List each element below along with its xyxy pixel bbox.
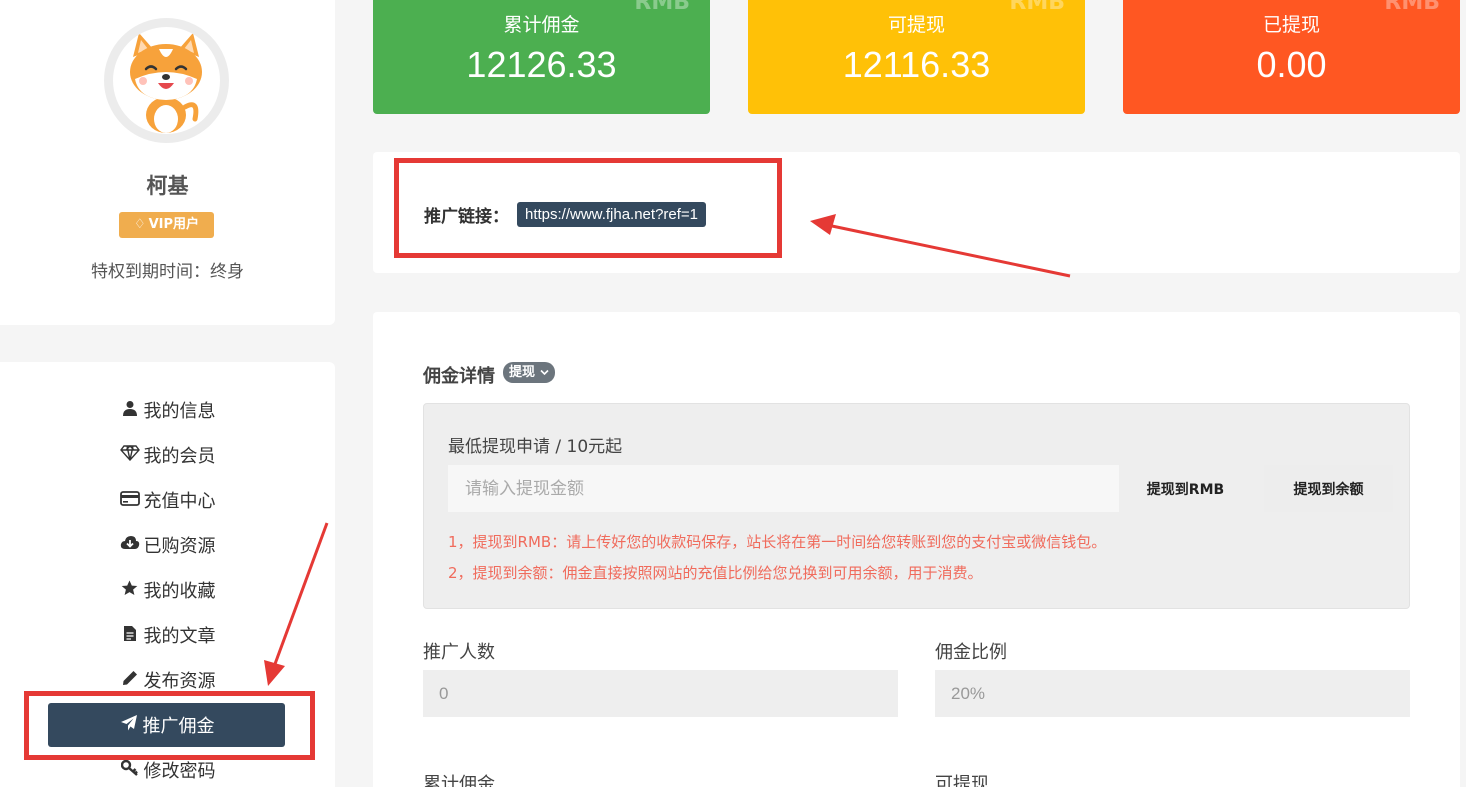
vip-badge-label: VIP用户 xyxy=(148,217,200,232)
referrals-label: 推广人数 xyxy=(423,642,495,663)
commission-rate-label: 佣金比例 xyxy=(935,642,1007,663)
withdraw-to-rmb-button[interactable]: 提现到RMB xyxy=(1121,465,1250,512)
star-icon xyxy=(120,580,140,600)
paper-plane-icon xyxy=(119,714,139,736)
stat-value: 12116.33 xyxy=(842,44,991,85)
withdraw-panel: 最低提现申请 / 10元起 提现到RMB 提现到余额 1，提现到RMB：请上传好… xyxy=(423,403,1410,609)
withdraw-dropdown-label: 提现 xyxy=(509,365,536,380)
menu-item-favorites[interactable]: 我的收藏 xyxy=(0,568,335,612)
menu-item-recharge[interactable]: 充值中心 xyxy=(0,478,335,522)
username: 柯基 xyxy=(146,174,189,198)
pencil-icon xyxy=(120,670,140,690)
withdraw-note-rmb: 1，提现到RMB：请上传好您的收款码保存，站长将在第一时间给您转账到您的支付宝或… xyxy=(448,533,1107,551)
commission-card: 佣金详情 提现 最低提现申请 / 10元起 提现到RMB 提现到余额 1，提现到… xyxy=(373,312,1460,787)
menu-item-label: 我的信息 xyxy=(143,401,216,422)
available-label: 可提现 xyxy=(935,774,989,787)
withdraw-minimum-text: 最低提现申请 / 10元起 xyxy=(448,437,623,457)
diamond-icon: ♢ xyxy=(133,217,146,232)
document-icon xyxy=(120,625,140,646)
withdraw-to-balance-button[interactable]: 提现到余额 xyxy=(1264,465,1393,512)
stat-total-commission: RMB 累计佣金 12126.33 xyxy=(373,0,710,114)
stat-value: 12126.33 xyxy=(466,44,617,85)
avatar[interactable] xyxy=(104,18,229,143)
menu-item-commission[interactable]: 推广佣金 xyxy=(48,703,285,747)
promo-link-url[interactable]: https://www.fjha.net?ref=1 xyxy=(517,202,707,227)
total-commission-label: 累计佣金 xyxy=(423,774,495,787)
referrals-value: 0 xyxy=(423,670,898,717)
profile-card: 柯基 ♢ VIP用户 特权到期时间：终身 xyxy=(0,0,335,325)
chevron-down-icon xyxy=(539,365,549,380)
vip-badge: ♢ VIP用户 xyxy=(119,212,214,238)
withdraw-amount-input[interactable] xyxy=(448,465,1119,512)
stat-label: 可提现 xyxy=(887,14,945,36)
menu-item-label: 已购资源 xyxy=(143,536,216,557)
corgi-avatar-icon xyxy=(130,33,202,133)
menu-item-label: 修改密码 xyxy=(143,761,216,782)
stat-withdrawable: RMB 可提现 12116.33 xyxy=(748,0,1085,114)
menu-item-purchased[interactable]: 已购资源 xyxy=(0,523,335,567)
menu-item-publish[interactable]: 发布资源 xyxy=(0,658,335,702)
menu-item-articles[interactable]: 我的文章 xyxy=(0,613,335,657)
menu-item-label: 推广佣金 xyxy=(142,716,215,737)
menu-item-label: 发布资源 xyxy=(143,671,216,692)
credit-card-icon xyxy=(119,490,140,510)
promo-link-label: 推广链接： xyxy=(424,207,509,227)
vip-expire-text: 特权到期时间：终身 xyxy=(91,262,244,282)
menu-item-membership[interactable]: 我的会员 xyxy=(0,433,335,477)
commission-rate-value: 20% xyxy=(935,670,1410,717)
menu-item-change-password[interactable]: 修改密码 xyxy=(0,748,335,787)
stat-value: 0.00 xyxy=(1256,44,1327,85)
stat-withdrawn: RMB 已提现 0.00 xyxy=(1123,0,1460,114)
withdraw-note-balance: 2，提现到余额：佣金直接按照网站的充值比例给您兑换到可用余额，用于消费。 xyxy=(448,564,983,582)
key-icon xyxy=(120,759,140,780)
stat-label: 累计佣金 xyxy=(503,14,580,36)
stat-label: 已提现 xyxy=(1262,14,1320,36)
diamond-icon xyxy=(119,445,140,465)
user-menu: 我的信息 我的会员 充值中心 已购资源 我的收藏 我的文章 发布资源 推广佣金 … xyxy=(0,362,335,787)
menu-item-label: 我的文章 xyxy=(143,626,216,647)
user-icon xyxy=(120,400,140,420)
menu-item-label: 我的会员 xyxy=(143,446,216,467)
menu-item-my-info[interactable]: 我的信息 xyxy=(0,388,335,432)
commission-title: 佣金详情 xyxy=(423,366,495,387)
cloud-download-icon xyxy=(120,535,140,555)
menu-item-label: 我的收藏 xyxy=(143,581,216,602)
withdraw-dropdown[interactable]: 提现 xyxy=(503,362,555,383)
promo-link-card: 推广链接： https://www.fjha.net?ref=1 xyxy=(373,152,1460,273)
menu-item-label: 充值中心 xyxy=(143,491,216,512)
